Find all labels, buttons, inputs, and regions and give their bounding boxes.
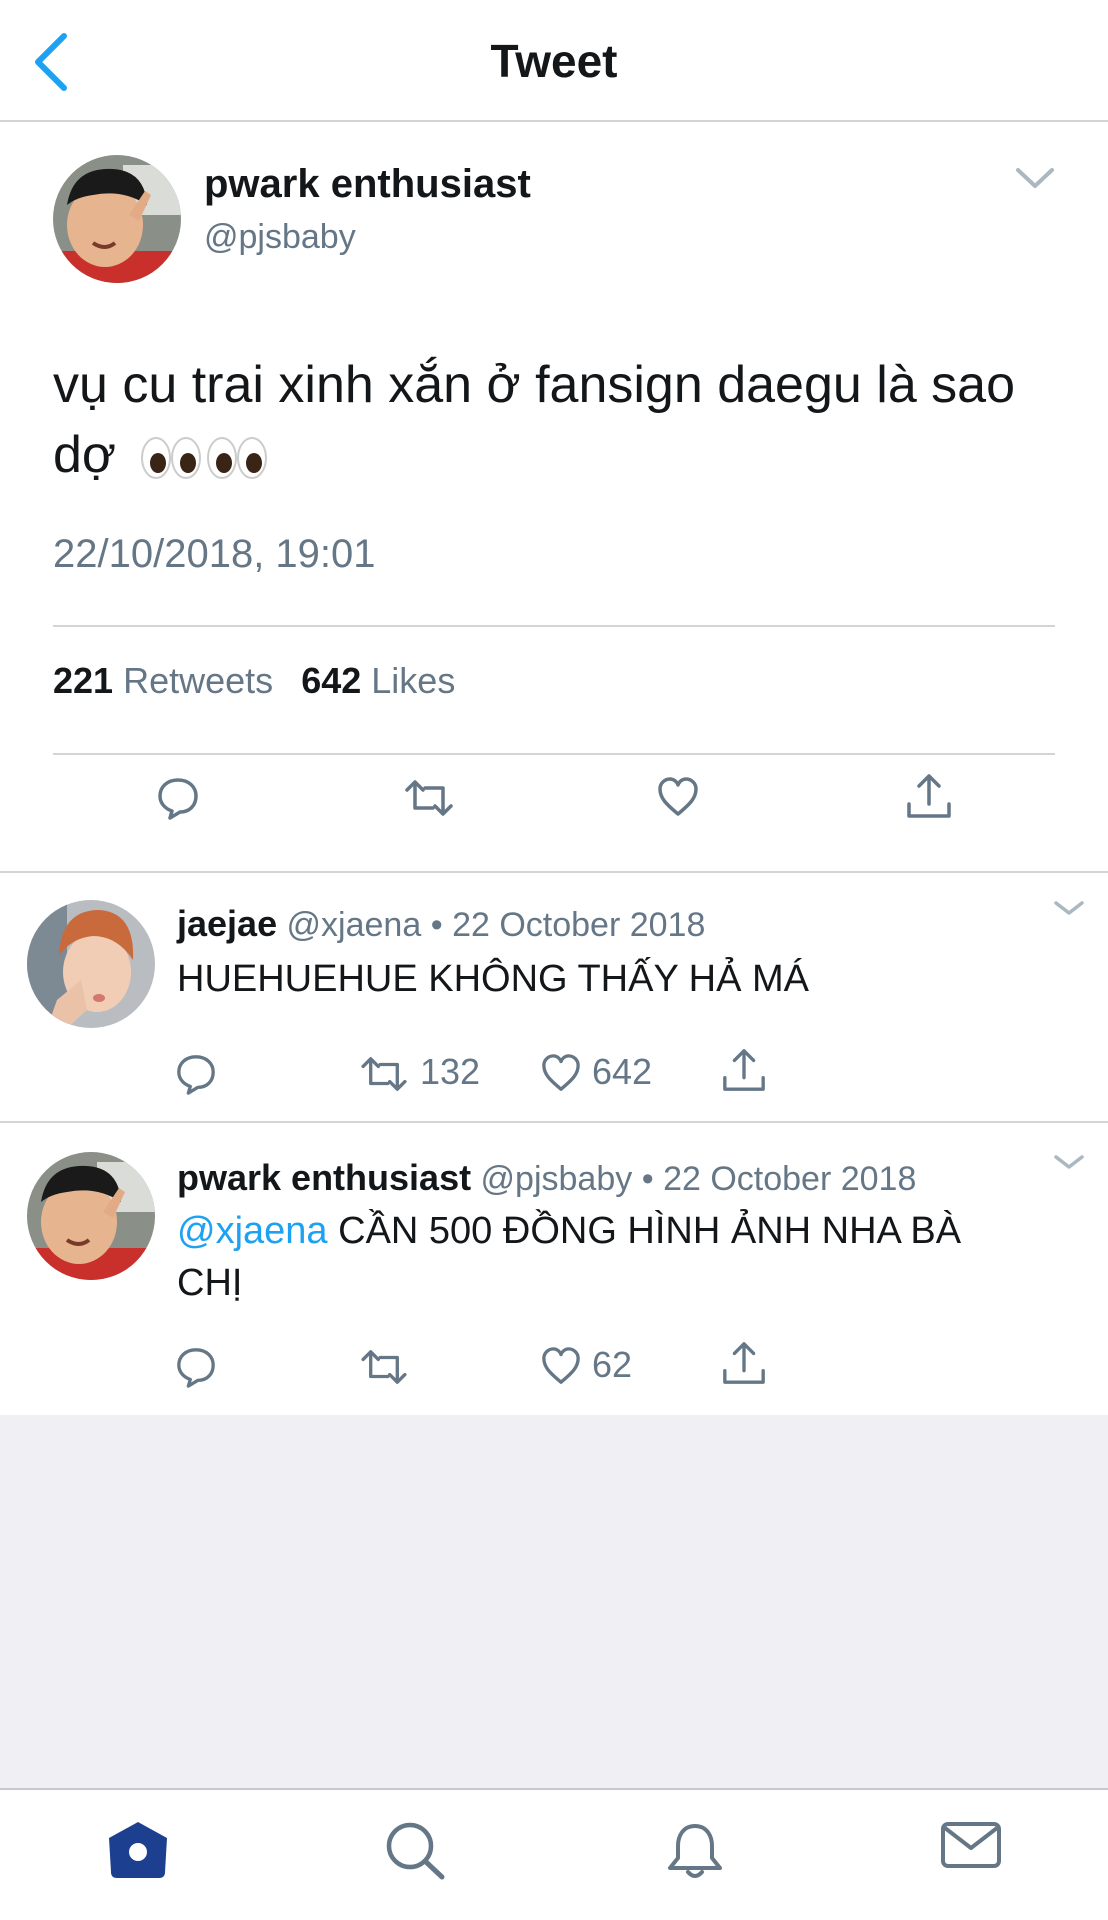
mention-link[interactable]: @xjaena [177,1210,328,1252]
tweet-detail-screen: Tweet pwark enthusiast @pjsbaby vụ cu tr… [0,0,1108,1920]
home-icon [109,1822,167,1878]
reply-icon [177,1348,215,1388]
reply-date: • 22 October 2018 [641,1160,917,1198]
reply-item[interactable]: jaejae @xjaena • 22 October 2018 HUEHUEH… [0,873,1108,1123]
retweets-count: 221 [53,660,114,701]
heart-icon [542,1054,580,1091]
reply-author-name[interactable]: pwark enthusiast [177,1157,471,1198]
notifications-icon [668,1824,722,1878]
reply-item[interactable]: pwark enthusiast @pjsbaby • 22 October 2… [0,1123,1108,1415]
main-tweet: pwark enthusiast @pjsbaby vụ cu trai xin… [0,122,1108,873]
reply-avatar[interactable] [27,900,155,1028]
tab-search[interactable] [384,1820,446,1885]
tab-home[interactable] [105,1820,171,1885]
like-count: 642 [592,1051,653,1092]
reply-avatar[interactable] [27,1152,155,1280]
divider [53,625,1055,627]
likes-stat[interactable]: 642 Likes [301,660,455,701]
share-button[interactable] [905,772,953,825]
author-name[interactable]: pwark enthusiast [204,162,531,207]
tweet-timestamp: 22/10/2018, 19:01 [53,532,376,576]
search-icon [386,1822,445,1880]
likes-count: 642 [301,660,362,701]
author-avatar[interactable] [53,155,181,283]
chevron-down-icon [1016,168,1054,188]
share-icon [907,774,951,818]
retweets-label: Retweets [123,660,274,701]
likes-label: Likes [371,660,456,701]
author-handle: @pjsbaby [204,218,356,256]
reply-actions: 62 [0,1338,1108,1398]
tab-bar [0,1788,1108,1920]
retweet-button[interactable] [403,778,455,823]
tweet-text: vụ cu trai xinh xắn ở fansign daegu là s… [53,350,1053,490]
reply-icon [177,1055,215,1095]
share-icon [723,1049,765,1091]
retweets-stat[interactable]: 221 Retweets [53,660,273,701]
reply-author-handle: @xjaena [286,906,422,944]
page-title: Tweet [490,35,618,87]
reply-button[interactable] [175,1346,217,1393]
reply-icon [158,778,198,820]
like-count: 62 [592,1344,633,1385]
tweet-options-button[interactable] [1012,158,1058,198]
reply-button[interactable] [175,1053,217,1100]
share-button[interactable] [721,1047,767,1098]
eyes-emoji-icon [141,437,268,480]
nav-header: Tweet [0,0,1108,122]
reply-header: pwark enthusiast @pjsbaby • 22 October 2… [177,1157,916,1199]
like-button[interactable] [540,1346,582,1391]
reply-options-button[interactable] [1050,1149,1088,1177]
tab-notifications[interactable] [664,1820,726,1887]
reply-button[interactable] [156,776,200,825]
heart-icon [658,777,698,816]
tweet-stats: 221 Retweets 642 Likes [53,660,473,702]
like-button[interactable] [656,776,700,823]
like-button[interactable] [540,1053,582,1098]
retweet-button[interactable] [359,1055,409,1098]
tab-messages[interactable] [940,1820,1002,1877]
reply-options-button[interactable] [1050,895,1088,923]
reply-date: • 22 October 2018 [430,906,706,944]
retweet-icon [361,1350,407,1384]
reply-text: HUEHUEHUE KHÔNG THẤY HẢ MÁ [177,958,810,1000]
retweet-icon [361,1057,407,1091]
messages-icon [941,1822,1001,1868]
reply-author-handle: @pjsbaby [480,1160,633,1198]
share-icon [723,1342,765,1384]
heart-icon [542,1347,580,1384]
retweet-button[interactable] [359,1348,409,1391]
divider [53,753,1055,755]
retweet-count: 132 [420,1051,481,1092]
chevron-down-icon [1054,901,1084,915]
share-button[interactable] [721,1340,767,1391]
reply-actions: 132 642 [0,1045,1108,1105]
reply-author-name[interactable]: jaejae [177,903,277,944]
chevron-down-icon [1054,1155,1084,1169]
reply-header: jaejae @xjaena • 22 October 2018 [177,903,705,945]
tweet-actions [0,762,1108,852]
eyes-emoji [140,433,268,483]
retweet-icon [405,780,453,816]
reply-text: @xjaena CẦN 500 ĐỒNG HÌNH ẢNH NHA BÀ CHỊ [177,1205,1037,1309]
